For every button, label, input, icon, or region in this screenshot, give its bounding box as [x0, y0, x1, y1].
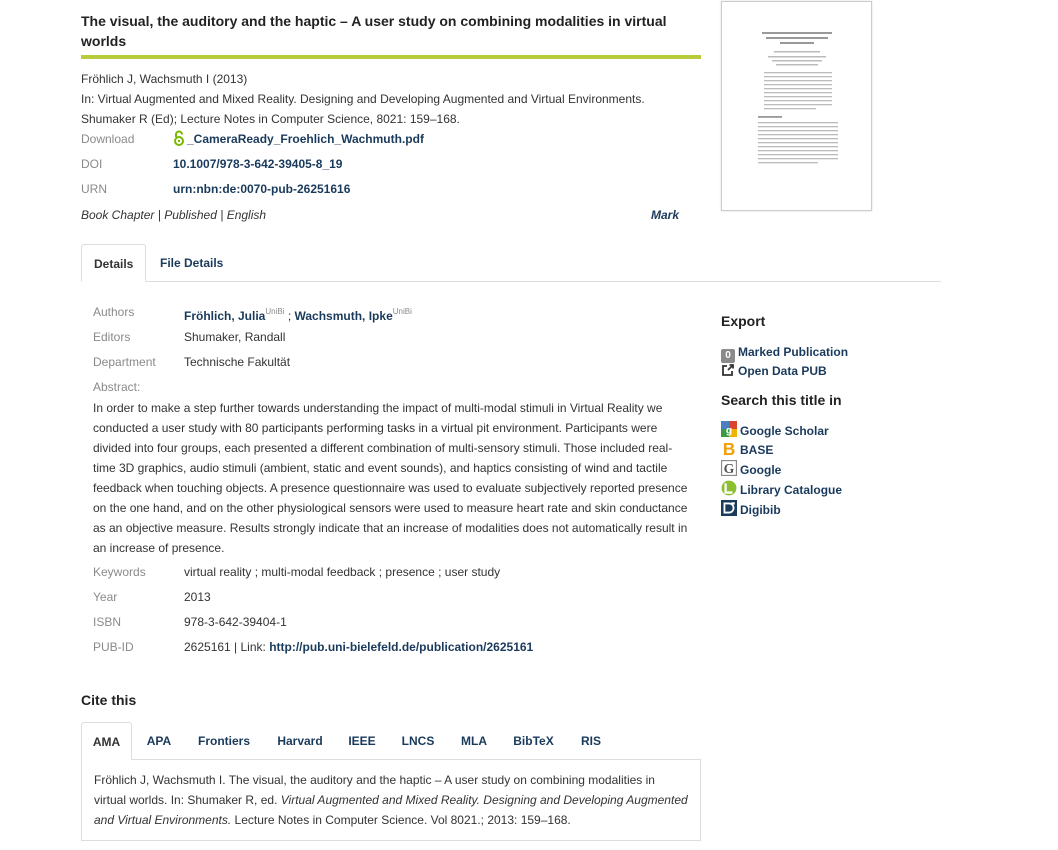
- mark-link[interactable]: Mark: [651, 205, 679, 225]
- base-link[interactable]: BASE: [740, 443, 773, 457]
- urn-link[interactable]: urn:nbn:de:0070-pub-26251616: [173, 179, 350, 199]
- abstract-label: Abstract:: [93, 380, 141, 394]
- tab-file-details[interactable]: File Details: [148, 244, 235, 282]
- pubid-label: PUB-ID: [93, 640, 134, 654]
- download-pdf-link[interactable]: _CameraReady_Froehlich_Wachmuth.pdf: [187, 132, 424, 146]
- pubid-number: 2625161 | Link:: [184, 640, 270, 654]
- year-label: Year: [93, 590, 118, 604]
- separator: |: [216, 208, 227, 222]
- cite-heading: Cite this: [81, 692, 137, 708]
- citation-text-box: Fröhlich J, Wachsmuth I. The visual, the…: [81, 760, 701, 841]
- urn-label: URN: [81, 182, 107, 196]
- doi-label: DOI: [81, 157, 103, 171]
- author-link[interactable]: Wachsmuth, Ipke: [295, 309, 393, 323]
- isbn-label: ISBN: [93, 615, 122, 629]
- svg-text:G: G: [724, 461, 735, 476]
- pubid-value: 2625161 | Link: http://pub.uni-bielefeld…: [184, 637, 533, 657]
- urn-row: URN urn:nbn:de:0070-pub-26251616: [81, 179, 701, 199]
- svg-text:g: g: [726, 426, 732, 437]
- tab-cite-apa[interactable]: APA: [137, 722, 181, 760]
- svg-text:B: B: [723, 440, 735, 456]
- marked-publication-link[interactable]: Marked Publication: [738, 345, 848, 359]
- author-separator: ;: [284, 309, 295, 323]
- publication-permalink[interactable]: http://pub.uni-bielefeld.de/publication/…: [269, 640, 533, 654]
- share-arrow-icon: [722, 364, 734, 376]
- keywords-row: Keywords virtual reality ; multi-modal f…: [93, 562, 693, 582]
- digibib-icon: [721, 500, 737, 516]
- department-row: Department Technische Fakultät: [93, 352, 693, 372]
- search-heading: Search this title in: [721, 392, 842, 408]
- tab-cite-bibtex[interactable]: BibTeX: [505, 722, 562, 760]
- search-google-scholar[interactable]: g Google Scholar: [721, 421, 829, 439]
- citation-authors-year: Fröhlich J, Wachsmuth I (2013): [81, 72, 248, 86]
- download-label: Download: [81, 132, 135, 146]
- tab-cite-mla[interactable]: MLA: [452, 722, 496, 760]
- page-title: The visual, the auditory and the haptic …: [81, 13, 667, 49]
- keywords-value: virtual reality ; multi-modal feedback ;…: [184, 565, 501, 579]
- tab-cite-frontiers[interactable]: Frontiers: [189, 722, 259, 760]
- keywords-label: Keywords: [93, 565, 146, 579]
- publication-info: Book Chapter | Published | English: [81, 205, 266, 225]
- document-thumbnail[interactable]: [721, 1, 872, 211]
- search-google[interactable]: G Google: [721, 460, 781, 478]
- google-scholar-link[interactable]: Google Scholar: [740, 424, 829, 438]
- export-heading: Export: [721, 313, 766, 329]
- unibi-badge: UniBi: [265, 307, 285, 316]
- author-link[interactable]: Fröhlich, Julia: [184, 309, 265, 323]
- detail-tabs: Details File Details: [81, 244, 941, 282]
- title-underline: [81, 55, 701, 59]
- google-link[interactable]: Google: [740, 463, 781, 477]
- authors-row: Authors Fröhlich, JuliaUniBi ; Wachsmuth…: [93, 302, 693, 323]
- doi-row: DOI 10.1007/978-3-642-39405-8_19: [81, 154, 701, 174]
- document-preview-image: [758, 32, 838, 164]
- base-icon: B: [723, 440, 735, 456]
- tab-details[interactable]: Details: [81, 244, 146, 282]
- separator: |: [154, 208, 165, 222]
- citation-style-tabs: AMA APA Frontiers Harvard IEEE LNCS MLA …: [81, 722, 701, 760]
- year-value: 2013: [184, 590, 211, 604]
- google-icon: G: [721, 460, 737, 476]
- citation-series: Shumaker R (Ed); Lecture Notes in Comput…: [81, 112, 460, 126]
- open-data-pub-link[interactable]: Open Data PUB: [738, 364, 827, 378]
- citation-book: In: Virtual Augmented and Mixed Reality.…: [81, 92, 645, 106]
- tab-cite-ris[interactable]: RIS: [571, 722, 611, 760]
- open-data-item[interactable]: Open Data PUB: [721, 362, 827, 380]
- abstract-label-row: Abstract:: [93, 377, 693, 397]
- tab-cite-lncs[interactable]: LNCS: [394, 722, 442, 760]
- digibib-link[interactable]: Digibib: [740, 503, 781, 517]
- abstract-text: In order to make a step further towards …: [93, 401, 688, 555]
- google-scholar-icon: g: [721, 421, 737, 437]
- marked-publication-item[interactable]: 0 Marked Publication: [721, 343, 848, 363]
- tab-cite-harvard[interactable]: Harvard: [269, 722, 331, 760]
- search-library-catalogue[interactable]: Library Catalogue: [721, 480, 842, 498]
- tab-cite-ama[interactable]: AMA: [81, 722, 132, 760]
- pubid-row: PUB-ID 2625161 | Link: http://pub.uni-bi…: [93, 637, 693, 657]
- download-value: _CameraReady_Froehlich_Wachmuth.pdf: [173, 129, 424, 149]
- download-row: Download _CameraReady_Froehlich_Wachmuth…: [81, 129, 701, 149]
- unibi-badge: UniBi: [392, 307, 412, 316]
- open-access-icon: [174, 130, 184, 146]
- publication-type: Book Chapter: [81, 208, 155, 222]
- publication-language: English: [226, 208, 267, 222]
- editors-label: Editors: [93, 330, 131, 344]
- tab-cite-ieee[interactable]: IEEE: [341, 722, 383, 760]
- department-label: Department: [93, 355, 156, 369]
- search-digibib[interactable]: Digibib: [721, 500, 781, 518]
- citation-series-text: Lecture Notes in Computer Science. Vol 8…: [231, 813, 571, 827]
- search-base[interactable]: B BASE: [721, 440, 774, 458]
- library-catalogue-icon: [721, 480, 737, 496]
- marked-count-badge: 0: [721, 349, 735, 363]
- editors-row: Editors Shumaker, Randall: [93, 327, 693, 347]
- publication-status: Published: [164, 208, 217, 222]
- editors-value: Shumaker, Randall: [184, 330, 286, 344]
- authors-label: Authors: [93, 305, 135, 319]
- isbn-value: 978-3-642-39404-1: [184, 615, 287, 629]
- department-value: Technische Fakultät: [184, 355, 291, 369]
- library-catalogue-link[interactable]: Library Catalogue: [740, 483, 842, 497]
- authors-value: Fröhlich, JuliaUniBi ; Wachsmuth, IpkeUn…: [184, 302, 412, 326]
- year-row: Year 2013: [93, 587, 693, 607]
- isbn-row: ISBN 978-3-642-39404-1: [93, 612, 693, 632]
- doi-link[interactable]: 10.1007/978-3-642-39405-8_19: [173, 154, 342, 174]
